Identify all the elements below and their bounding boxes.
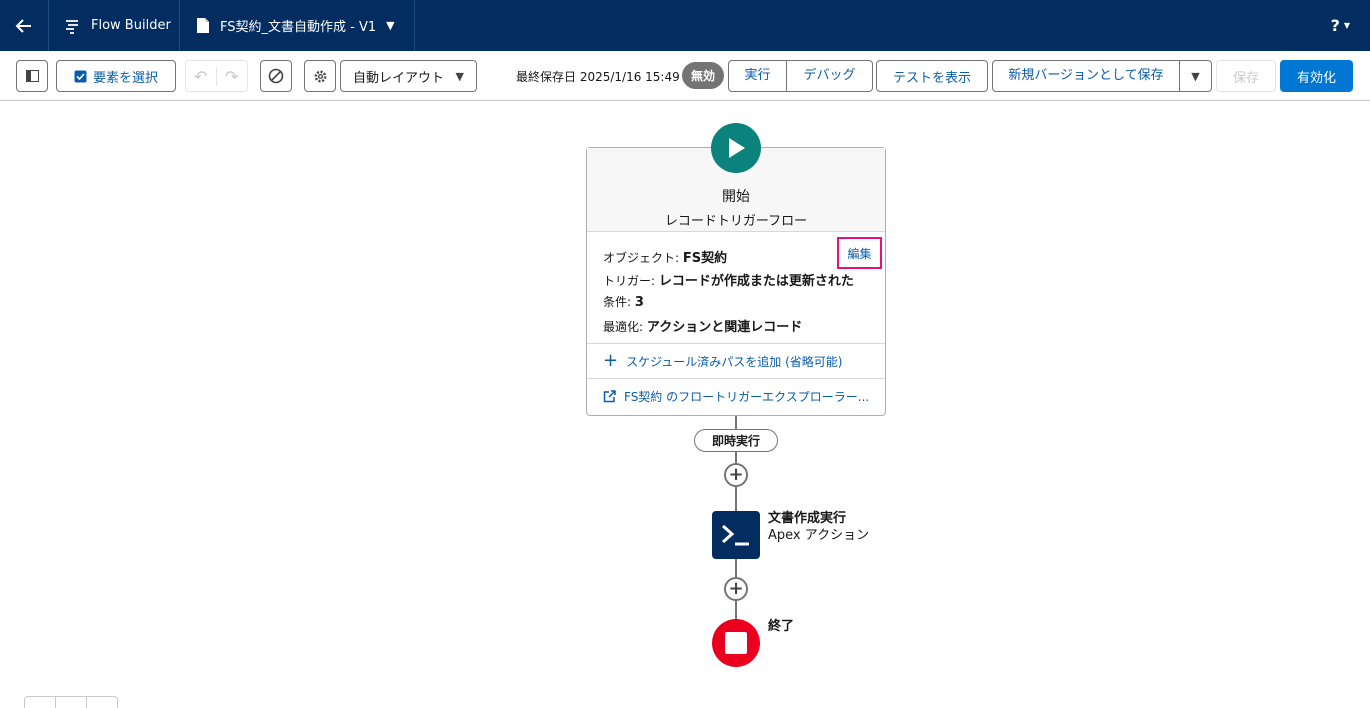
connector-line	[735, 416, 737, 430]
end-element[interactable]	[712, 619, 760, 667]
add-scheduled-path-link[interactable]: + スケジュール済みパスを追加 (省略可能)	[587, 343, 885, 378]
select-elements-button[interactable]: 要素を選択	[56, 60, 176, 92]
optimize-label: 最適化:	[603, 320, 647, 334]
layout-chevron-down-icon: ▼	[455, 69, 464, 83]
back-arrow-icon	[15, 18, 31, 33]
trigger-value: レコードが作成または更新された	[658, 274, 854, 289]
apex-terminal-icon	[722, 524, 749, 546]
trigger-row: トリガー: レコードが作成または更新された	[603, 270, 854, 289]
top-bar: Flow Builder FS契約_文書自動作成 - V1 ▼ ? ▼	[0, 0, 1370, 51]
action-subtitle: Apex アクション	[768, 528, 870, 543]
plus-icon: +	[728, 464, 744, 485]
optimize-value: アクションと関連レコード	[646, 320, 803, 335]
condition-row: 条件: 3	[603, 293, 644, 310]
object-value: FS契約	[682, 251, 728, 266]
back-button[interactable]	[0, 0, 49, 51]
zoom-fit-button[interactable]	[56, 697, 87, 708]
apex-action-element[interactable]	[712, 511, 760, 559]
save-button[interactable]: 保存	[1216, 60, 1276, 92]
run-debug-group: 実行 デバッグ	[728, 60, 873, 92]
chevron-down-icon: ▼	[386, 19, 395, 32]
trigger-label: トリガー:	[603, 274, 659, 288]
start-element-icon[interactable]	[711, 123, 761, 173]
start-element-card[interactable]: 開始 レコードトリガーフロー オブジェクト: FS契約 トリガー: レコードが作…	[586, 147, 886, 416]
flow-title-menu[interactable]: FS契約_文書自動作成 - V1 ▼	[180, 0, 415, 51]
app-name: Flow Builder	[91, 18, 171, 33]
plus-icon: +	[728, 578, 744, 599]
redo-icon[interactable]: ↷	[217, 67, 247, 86]
flow-title: FS契約_文書自動作成 - V1	[220, 20, 377, 35]
path-label-immediate[interactable]: 即時実行	[694, 429, 778, 452]
optimize-row: 最適化: アクションと関連レコード	[603, 316, 802, 335]
zoom-controls[interactable]	[24, 696, 118, 708]
zoom-in-button[interactable]	[87, 697, 117, 708]
trigger-explorer-label: FS契約 のフロートリガーエクスプローラー...	[624, 389, 870, 404]
panel-icon	[25, 70, 39, 82]
play-icon	[729, 138, 745, 158]
stop-icon	[725, 632, 747, 654]
errors-button[interactable]	[260, 60, 292, 92]
show-tests-button[interactable]: テストを表示	[876, 60, 988, 92]
help-menu[interactable]: ? ▼	[1331, 0, 1350, 51]
edit-link[interactable]: 編集	[837, 237, 882, 269]
add-element-button[interactable]: +	[724, 463, 748, 487]
object-label: オブジェクト:	[603, 251, 683, 265]
activate-button[interactable]: 有効化	[1280, 60, 1353, 92]
settings-button[interactable]	[304, 60, 336, 92]
last-saved-text: 最終保存日 2025/1/16 15:49	[516, 70, 680, 84]
help-icon: ?	[1330, 16, 1340, 35]
flow-icon	[66, 19, 78, 34]
toggle-panel-button[interactable]	[16, 60, 48, 92]
layout-label: 自動レイアウト	[353, 70, 445, 86]
start-title: 開始	[722, 189, 750, 205]
condition-value: 3	[634, 295, 644, 310]
help-chevron-down-icon: ▼	[1343, 21, 1350, 30]
save-new-version-group: 新規バージョンとして保存 ▼	[992, 60, 1212, 92]
status-badge: 無効	[682, 62, 724, 89]
save-new-version-button[interactable]: 新規バージョンとして保存	[993, 61, 1180, 91]
undo-redo-group: ↶ ↷	[185, 60, 248, 92]
object-row: オブジェクト: FS契約	[603, 247, 727, 266]
gear-icon	[314, 70, 326, 82]
debug-button[interactable]: デバッグ	[787, 61, 872, 91]
external-link-icon	[603, 389, 616, 402]
app-title: Flow Builder	[49, 0, 180, 51]
end-label: 終了	[768, 619, 795, 634]
select-elements-label: 要素を選択	[92, 70, 158, 86]
add-scheduled-path-label: スケジュール済みパスを追加 (省略可能)	[626, 354, 843, 369]
document-icon	[197, 18, 209, 33]
add-element-button[interactable]: +	[724, 577, 748, 601]
checkbox-icon	[74, 70, 87, 82]
condition-label: 条件:	[603, 295, 635, 309]
trigger-explorer-link[interactable]: FS契約 のフロートリガーエクスプローラー...	[587, 378, 885, 413]
save-menu-chevron-down-icon[interactable]: ▼	[1180, 70, 1211, 83]
ban-icon	[268, 68, 284, 84]
undo-icon[interactable]: ↶	[186, 66, 217, 86]
run-button[interactable]: 実行	[729, 61, 787, 91]
add-icon: +	[603, 350, 619, 371]
layout-select[interactable]: 自動レイアウト ▼	[340, 60, 477, 92]
start-subtitle: レコードトリガーフロー	[664, 214, 808, 229]
zoom-out-button[interactable]	[25, 697, 56, 708]
